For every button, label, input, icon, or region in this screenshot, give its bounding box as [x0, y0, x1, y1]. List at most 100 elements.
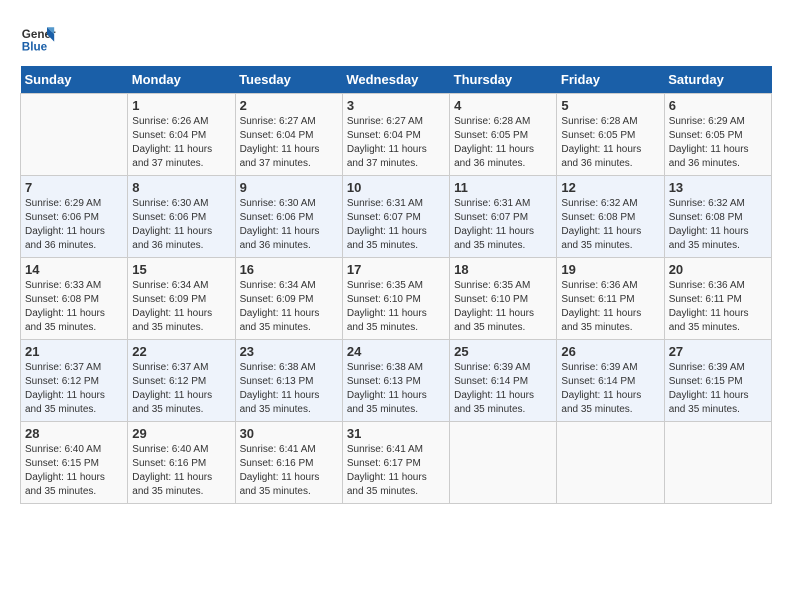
- day-number: 25: [454, 344, 552, 359]
- day-info: Sunrise: 6:38 AM Sunset: 6:13 PM Dayligh…: [347, 361, 445, 417]
- calendar-cell: 25 Sunrise: 6:39 AM Sunset: 6:14 PM Dayli…: [450, 340, 557, 422]
- calendar-cell: 7Sunrise: 6:29 AM Sunset: 6:06 PM Daylig…: [21, 176, 128, 258]
- calendar-cell: [21, 94, 128, 176]
- day-number: 21: [25, 344, 123, 359]
- day-info: Sunrise: 6:26 AM Sunset: 6:04 PM Dayligh…: [132, 115, 230, 171]
- day-number: 31: [347, 426, 445, 441]
- day-number: 10: [347, 180, 445, 195]
- day-number: 11: [454, 180, 552, 195]
- calendar-cell: 11Sunrise: 6:31 AM Sunset: 6:07 PM Dayli…: [450, 176, 557, 258]
- day-info: Sunrise: 6:28 AM Sunset: 6:05 PM Dayligh…: [561, 115, 659, 171]
- calendar-cell: [557, 422, 664, 504]
- header-saturday: Saturday: [664, 66, 771, 94]
- calendar-week-row: 28 Sunrise: 6:40 AM Sunset: 6:15 PM Dayli…: [21, 422, 772, 504]
- calendar-cell: 1 Sunrise: 6:26 AM Sunset: 6:04 PM Daylig…: [128, 94, 235, 176]
- day-info: Sunrise: 6:33 AM Sunset: 6:08 PM Dayligh…: [25, 279, 123, 335]
- header-friday: Friday: [557, 66, 664, 94]
- day-number: 19: [561, 262, 659, 277]
- calendar-cell: 21 Sunrise: 6:37 AM Sunset: 6:12 PM Dayli…: [21, 340, 128, 422]
- day-info: Sunrise: 6:40 AM Sunset: 6:16 PM Dayligh…: [132, 443, 230, 499]
- svg-text:Blue: Blue: [22, 41, 48, 54]
- calendar-cell: 13 Sunrise: 6:32 AM Sunset: 6:08 PM Dayli…: [664, 176, 771, 258]
- calendar-cell: 30 Sunrise: 6:41 AM Sunset: 6:16 PM Dayli…: [235, 422, 342, 504]
- day-number: 20: [669, 262, 767, 277]
- day-number: 15: [132, 262, 230, 277]
- calendar-cell: 31Sunrise: 6:41 AM Sunset: 6:17 PM Dayli…: [342, 422, 449, 504]
- day-info: Sunrise: 6:30 AM Sunset: 6:06 PM Dayligh…: [240, 197, 338, 253]
- day-number: 27: [669, 344, 767, 359]
- day-number: 28: [25, 426, 123, 441]
- day-info: Sunrise: 6:39 AM Sunset: 6:14 PM Dayligh…: [561, 361, 659, 417]
- calendar-cell: 5 Sunrise: 6:28 AM Sunset: 6:05 PM Daylig…: [557, 94, 664, 176]
- day-info: Sunrise: 6:34 AM Sunset: 6:09 PM Dayligh…: [132, 279, 230, 335]
- day-number: 2: [240, 98, 338, 113]
- calendar-week-row: 21 Sunrise: 6:37 AM Sunset: 6:12 PM Dayli…: [21, 340, 772, 422]
- calendar-cell: 10 Sunrise: 6:31 AM Sunset: 6:07 PM Dayli…: [342, 176, 449, 258]
- calendar-cell: 26 Sunrise: 6:39 AM Sunset: 6:14 PM Dayli…: [557, 340, 664, 422]
- header-tuesday: Tuesday: [235, 66, 342, 94]
- calendar-cell: 22 Sunrise: 6:37 AM Sunset: 6:12 PM Dayli…: [128, 340, 235, 422]
- day-number: 6: [669, 98, 767, 113]
- header-sunday: Sunday: [21, 66, 128, 94]
- day-info: Sunrise: 6:37 AM Sunset: 6:12 PM Dayligh…: [25, 361, 123, 417]
- calendar-cell: 15 Sunrise: 6:34 AM Sunset: 6:09 PM Dayli…: [128, 258, 235, 340]
- calendar-cell: 23 Sunrise: 6:38 AM Sunset: 6:13 PM Dayli…: [235, 340, 342, 422]
- day-info: Sunrise: 6:32 AM Sunset: 6:08 PM Dayligh…: [669, 197, 767, 253]
- day-number: 3: [347, 98, 445, 113]
- calendar-cell: 3 Sunrise: 6:27 AM Sunset: 6:04 PM Daylig…: [342, 94, 449, 176]
- day-number: 24: [347, 344, 445, 359]
- day-number: 22: [132, 344, 230, 359]
- calendar-cell: 18Sunrise: 6:35 AM Sunset: 6:10 PM Dayli…: [450, 258, 557, 340]
- day-info: Sunrise: 6:36 AM Sunset: 6:11 PM Dayligh…: [561, 279, 659, 335]
- calendar-cell: 29Sunrise: 6:40 AM Sunset: 6:16 PM Dayli…: [128, 422, 235, 504]
- calendar-cell: 27 Sunrise: 6:39 AM Sunset: 6:15 PM Dayli…: [664, 340, 771, 422]
- day-info: Sunrise: 6:37 AM Sunset: 6:12 PM Dayligh…: [132, 361, 230, 417]
- calendar-week-row: 14 Sunrise: 6:33 AM Sunset: 6:08 PM Dayli…: [21, 258, 772, 340]
- day-number: 12: [561, 180, 659, 195]
- calendar-cell: 14 Sunrise: 6:33 AM Sunset: 6:08 PM Dayli…: [21, 258, 128, 340]
- calendar-week-row: 1 Sunrise: 6:26 AM Sunset: 6:04 PM Daylig…: [21, 94, 772, 176]
- day-info: Sunrise: 6:29 AM Sunset: 6:06 PM Dayligh…: [25, 197, 123, 253]
- calendar-cell: 24 Sunrise: 6:38 AM Sunset: 6:13 PM Dayli…: [342, 340, 449, 422]
- day-info: Sunrise: 6:39 AM Sunset: 6:14 PM Dayligh…: [454, 361, 552, 417]
- day-info: Sunrise: 6:32 AM Sunset: 6:08 PM Dayligh…: [561, 197, 659, 253]
- header-thursday: Thursday: [450, 66, 557, 94]
- day-number: 4: [454, 98, 552, 113]
- day-info: Sunrise: 6:36 AM Sunset: 6:11 PM Dayligh…: [669, 279, 767, 335]
- day-info: Sunrise: 6:38 AM Sunset: 6:13 PM Dayligh…: [240, 361, 338, 417]
- day-number: 16: [240, 262, 338, 277]
- calendar-table: SundayMondayTuesdayWednesdayThursdayFrid…: [20, 66, 772, 504]
- day-info: Sunrise: 6:31 AM Sunset: 6:07 PM Dayligh…: [347, 197, 445, 253]
- day-info: Sunrise: 6:39 AM Sunset: 6:15 PM Dayligh…: [669, 361, 767, 417]
- header-wednesday: Wednesday: [342, 66, 449, 94]
- day-number: 5: [561, 98, 659, 113]
- day-info: Sunrise: 6:29 AM Sunset: 6:05 PM Dayligh…: [669, 115, 767, 171]
- day-info: Sunrise: 6:27 AM Sunset: 6:04 PM Dayligh…: [240, 115, 338, 171]
- day-number: 8: [132, 180, 230, 195]
- calendar-cell: 8Sunrise: 6:30 AM Sunset: 6:06 PM Daylig…: [128, 176, 235, 258]
- day-number: 14: [25, 262, 123, 277]
- day-info: Sunrise: 6:35 AM Sunset: 6:10 PM Dayligh…: [347, 279, 445, 335]
- day-number: 1: [132, 98, 230, 113]
- calendar-header-row: SundayMondayTuesdayWednesdayThursdayFrid…: [21, 66, 772, 94]
- calendar-cell: 9 Sunrise: 6:30 AM Sunset: 6:06 PM Daylig…: [235, 176, 342, 258]
- day-info: Sunrise: 6:28 AM Sunset: 6:05 PM Dayligh…: [454, 115, 552, 171]
- calendar-cell: 16 Sunrise: 6:34 AM Sunset: 6:09 PM Dayli…: [235, 258, 342, 340]
- day-info: Sunrise: 6:40 AM Sunset: 6:15 PM Dayligh…: [25, 443, 123, 499]
- calendar-cell: 12 Sunrise: 6:32 AM Sunset: 6:08 PM Dayli…: [557, 176, 664, 258]
- calendar-cell: 4 Sunrise: 6:28 AM Sunset: 6:05 PM Daylig…: [450, 94, 557, 176]
- calendar-cell: [450, 422, 557, 504]
- day-number: 30: [240, 426, 338, 441]
- day-number: 13: [669, 180, 767, 195]
- calendar-cell: 28 Sunrise: 6:40 AM Sunset: 6:15 PM Dayli…: [21, 422, 128, 504]
- day-number: 17: [347, 262, 445, 277]
- day-info: Sunrise: 6:27 AM Sunset: 6:04 PM Dayligh…: [347, 115, 445, 171]
- day-info: Sunrise: 6:35 AM Sunset: 6:10 PM Dayligh…: [454, 279, 552, 335]
- day-number: 26: [561, 344, 659, 359]
- day-info: Sunrise: 6:41 AM Sunset: 6:16 PM Dayligh…: [240, 443, 338, 499]
- day-number: 9: [240, 180, 338, 195]
- page-header: General Blue: [20, 20, 772, 56]
- day-number: 23: [240, 344, 338, 359]
- logo: General Blue: [20, 20, 56, 56]
- day-info: Sunrise: 6:34 AM Sunset: 6:09 PM Dayligh…: [240, 279, 338, 335]
